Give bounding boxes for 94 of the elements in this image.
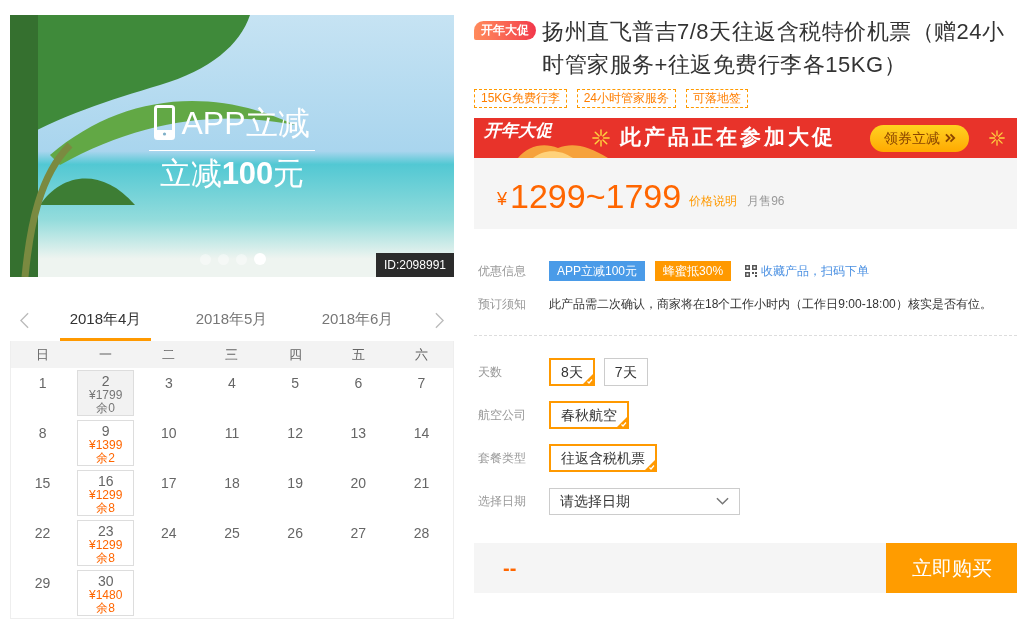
- date-price-cell[interactable]: 9 ¥1399 余2: [77, 420, 135, 466]
- favorite-scan-link[interactable]: 收藏产品，扫码下单: [761, 262, 870, 280]
- monthly-sales: 月售96: [747, 192, 785, 210]
- day-number: 19: [287, 475, 303, 493]
- weekday-label: 四: [288, 345, 302, 364]
- day-number: 18: [224, 475, 240, 493]
- day-stock: 余8: [96, 552, 116, 565]
- day-number: 17: [161, 475, 177, 493]
- day-number: 23: [97, 524, 114, 539]
- promo-banner-text: 此产品正在参加大促: [620, 124, 836, 152]
- qr-code-icon: [745, 265, 758, 277]
- day-stock: 余8: [96, 502, 116, 515]
- product-title: 扬州直飞普吉7/8天往返含税特价机票（赠24小时管家服务+往返免费行李各15KG）: [542, 18, 1006, 79]
- feature-tag: 可落地签: [686, 89, 749, 108]
- day-price: ¥1299: [89, 539, 123, 552]
- chevron-down-icon: [716, 497, 729, 505]
- feature-tag: 15KG免费行李: [474, 89, 567, 108]
- overlay-subtitle: 立减100元: [159, 155, 305, 193]
- weekday-label: 日: [36, 345, 50, 364]
- firework-icon: [592, 129, 610, 147]
- day-price: ¥1299: [89, 489, 123, 502]
- phone-icon: [154, 105, 176, 140]
- day-number: 24: [161, 525, 177, 543]
- corner-check-icon: [617, 417, 627, 427]
- coupon-button[interactable]: 领券立减: [870, 124, 969, 152]
- price-range: 1299~1799: [510, 175, 682, 216]
- field-label: 选择日期: [478, 493, 526, 510]
- weekday-label: 一: [99, 345, 113, 364]
- day-number: 4: [228, 375, 236, 393]
- date-price-cell[interactable]: 23 ¥1299 余8: [77, 520, 135, 566]
- day-number: 8: [38, 425, 47, 443]
- day-number: 29: [34, 575, 51, 593]
- corner-check-icon: [582, 374, 593, 384]
- field-label: 优惠信息: [478, 263, 526, 280]
- day-number: 21: [413, 475, 430, 493]
- field-label: 预订须知: [478, 296, 526, 313]
- banner-promo-label: 开年大促: [484, 121, 552, 141]
- day-number: 7: [417, 375, 426, 393]
- day-number: 12: [287, 425, 303, 443]
- day-number: 6: [354, 375, 363, 393]
- offer-badge: APP立减100元: [549, 261, 646, 281]
- day-number: 27: [350, 525, 367, 543]
- day-number: 14: [413, 425, 430, 443]
- option-choice[interactable]: 8天: [549, 358, 595, 386]
- day-number: 10: [161, 425, 177, 443]
- day-stock: 余0: [96, 402, 116, 415]
- day-price: ¥1799: [89, 389, 123, 402]
- day-number: 3: [164, 375, 173, 393]
- offer-badge: 蜂蜜抵30%: [655, 261, 732, 281]
- field-label: 套餐类型: [478, 450, 526, 467]
- day-number: 22: [34, 525, 51, 543]
- day-number: 2: [101, 374, 110, 389]
- notice-text: 此产品需二次确认，商家将在18个工作小时内（工作日9:00-18:00）核实是否有位。: [549, 296, 992, 313]
- day-number: 9: [101, 424, 110, 439]
- option-choice[interactable]: 7天: [603, 358, 648, 386]
- day-stock: 余8: [96, 602, 116, 615]
- month-tab[interactable]: 2018年6月: [312, 300, 403, 341]
- weekday-label: 六: [414, 345, 428, 364]
- day-number: 1: [38, 375, 47, 393]
- field-label: 天数: [478, 364, 502, 381]
- day-number: 11: [224, 425, 240, 443]
- product-id-badge: ID:2098991: [375, 253, 454, 277]
- day-price: ¥1399: [89, 439, 123, 452]
- day-number: 26: [287, 525, 303, 543]
- currency-symbol: ¥: [497, 188, 507, 211]
- feature-tag: 24小时管家服务: [576, 89, 677, 108]
- day-number: 15: [34, 475, 51, 493]
- double-chevron-icon: [944, 133, 956, 143]
- date-select[interactable]: 请选择日期: [549, 487, 740, 515]
- weekday-label: 二: [162, 345, 176, 364]
- day-number: 16: [97, 474, 114, 489]
- chevron-left-icon[interactable]: [20, 312, 29, 329]
- weekday-label: 五: [351, 345, 365, 364]
- date-price-cell[interactable]: 16 ¥1299 余8: [77, 470, 135, 516]
- day-number: 20: [350, 475, 367, 493]
- date-price-cell[interactable]: 30 ¥1480 余8: [77, 570, 135, 616]
- total-price: --: [503, 556, 517, 581]
- day-number: 25: [224, 525, 240, 543]
- month-tab[interactable]: 2018年5月: [186, 300, 277, 341]
- day-stock: 余2: [96, 452, 116, 465]
- day-number: 30: [97, 574, 114, 589]
- day-number: 5: [291, 375, 300, 393]
- corner-check-icon: [645, 460, 655, 470]
- date-price-cell[interactable]: 2 ¥1799 余0: [77, 370, 135, 416]
- firework-icon: [989, 130, 1005, 146]
- day-number: 28: [413, 525, 430, 543]
- chevron-right-icon[interactable]: [435, 312, 444, 329]
- weekday-label: 三: [225, 345, 239, 364]
- day-number: 13: [350, 425, 367, 443]
- promo-badge: 开年大促: [474, 21, 536, 40]
- option-choice[interactable]: 春秋航空: [549, 401, 629, 429]
- option-choice[interactable]: 往返含税机票: [549, 444, 657, 472]
- day-price: ¥1480: [89, 589, 123, 602]
- field-label: 航空公司: [478, 407, 526, 424]
